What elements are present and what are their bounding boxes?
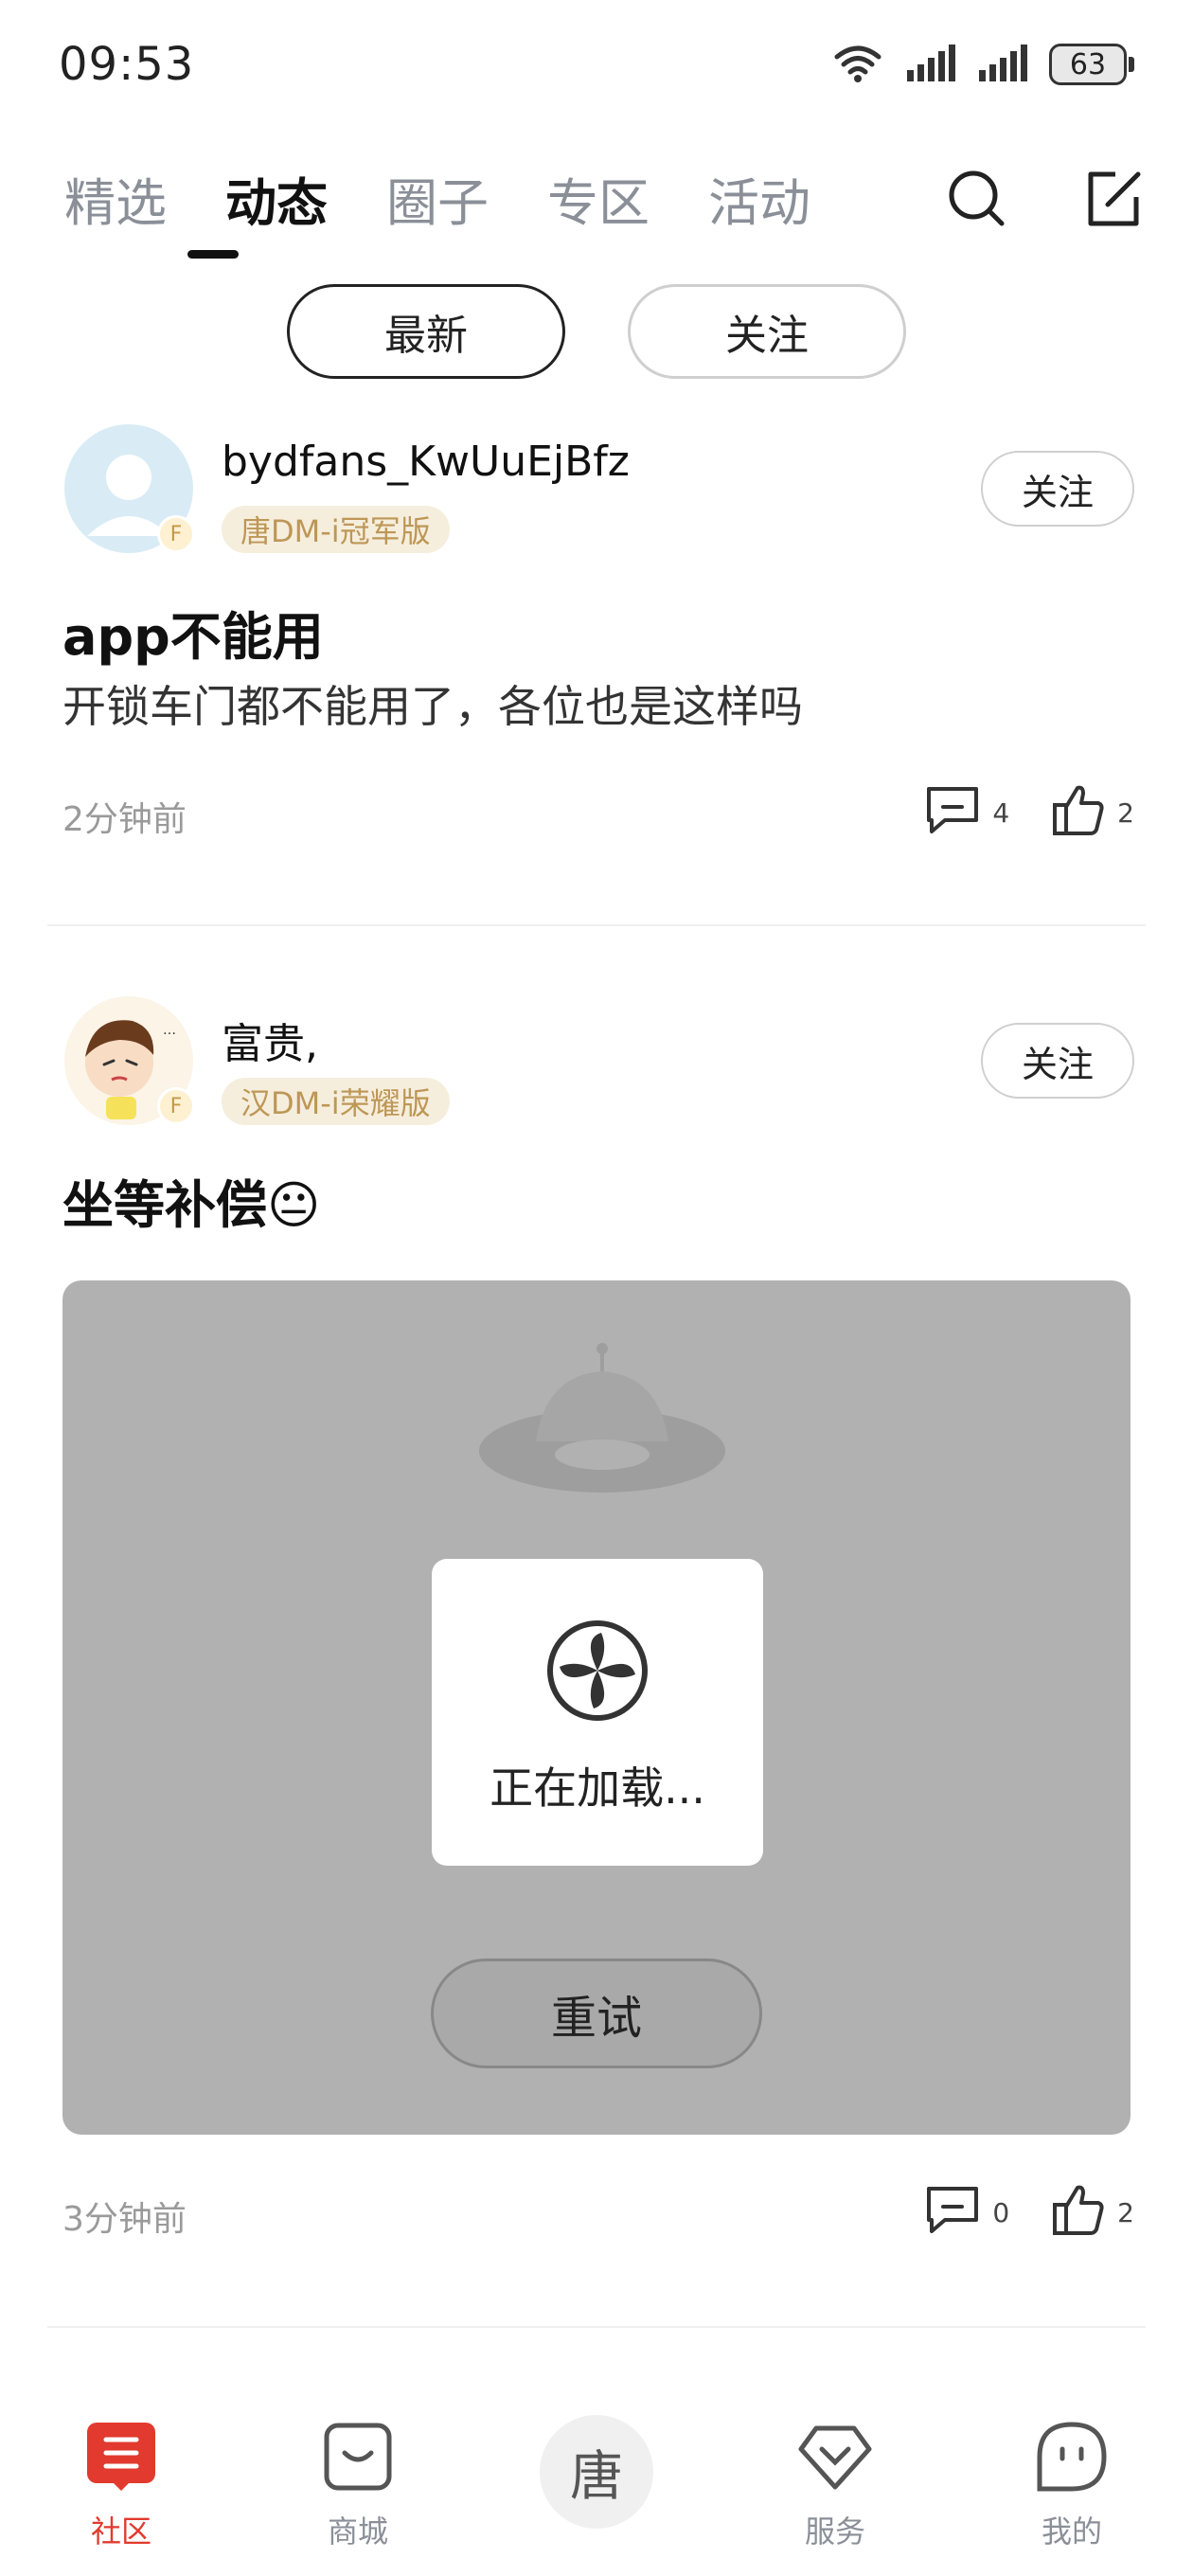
service-icon [797,2421,873,2496]
sub-tab-latest[interactable]: 最新 [287,284,565,379]
post-image-placeholder[interactable]: 正在加载... 重试 [62,1280,1131,2135]
tab-feed[interactable]: 动态 [225,161,386,236]
sub-tab-following[interactable]: 关注 [628,284,906,379]
comment-count: 0 [992,2197,1010,2228]
loading-spinner-icon [544,1618,650,1727]
divider [47,924,1146,926]
loading-dialog: 正在加载... [432,1559,763,1866]
divider [47,2326,1146,2328]
ufo-placeholder-icon [479,1343,725,1493]
tab-events[interactable]: 活动 [708,161,869,236]
nav-shop[interactable]: 商城 [282,2421,434,2551]
retry-button[interactable]: 重试 [431,1959,762,2068]
like-count: 2 [1117,797,1134,829]
thumbs-up-icon [1051,2182,1106,2244]
car-model-tag: 汉DM-i荣耀版 [222,1078,450,1125]
shop-icon [322,2421,394,2496]
compose-icon[interactable] [1083,169,1144,233]
nav-label: 我的 [1041,2513,1102,2549]
username[interactable]: 富贵, [222,1010,318,1070]
community-icon [85,2421,157,2496]
nav-community[interactable]: 社区 [45,2421,197,2551]
username[interactable]: bydfans_KwUuEjBfz [222,438,630,486]
tab-circles[interactable]: 圈子 [386,161,547,236]
post-title: app不能用 [62,607,324,667]
center-logo-button[interactable]: 唐 [540,2415,653,2529]
like-stat[interactable]: 2 [1051,782,1134,844]
fan-badge: F [157,515,195,553]
post-timestamp: 3分钟前 [62,2200,187,2239]
comment-icon [924,784,981,842]
top-tabs: 精选 动态 圈子 专区 活动 [64,161,869,236]
follow-button[interactable]: 关注 [981,1023,1134,1099]
comment-stat[interactable]: 0 [924,2184,1009,2242]
nav-label: 社区 [90,2513,151,2549]
sub-tabs: 最新 关注 [0,284,1193,379]
comment-count: 4 [992,797,1010,829]
tab-zones[interactable]: 专区 [547,161,708,236]
status-bar: 09:53 63 [0,0,1193,142]
status-time: 09:53 [59,38,195,91]
nav-service[interactable]: 服务 [759,2421,911,2551]
fan-badge: F [157,1087,195,1125]
comment-stat[interactable]: 4 [924,784,1009,842]
thumbs-up-icon [1051,782,1106,844]
search-icon[interactable] [947,169,1007,233]
comment-icon [924,2184,981,2242]
status-icons: 63 [831,42,1134,87]
follow-button[interactable]: 关注 [981,451,1134,527]
nav-profile[interactable]: 我的 [996,2421,1148,2551]
like-count: 2 [1117,2197,1134,2228]
battery-level: 63 [1049,44,1127,85]
signal-icon [977,42,1028,87]
loading-text: 正在加载... [490,1762,705,1814]
svg-text:…: … [163,1023,176,1038]
bottom-navigation: 社区 商城 唐 服务 我的 [0,2387,1193,2576]
post-stats: 0 2 [924,2182,1134,2244]
like-stat[interactable]: 2 [1051,2182,1134,2244]
car-model-tag: 唐DM-i冠军版 [222,506,450,553]
tab-featured[interactable]: 精选 [64,161,225,236]
post-body: 开锁车门都不能用了，各位也是这样吗 [62,681,803,732]
profile-icon [1036,2421,1108,2496]
nav-label: 商城 [327,2513,388,2549]
nav-label: 服务 [804,2513,865,2549]
battery-icon: 63 [1049,44,1134,85]
post-timestamp: 2分钟前 [62,800,187,839]
post-stats: 4 2 [924,782,1134,844]
post-title: 坐等补偿😐 [62,1175,321,1235]
wifi-icon [831,42,884,87]
top-actions [947,169,1144,233]
signal-icon [905,42,956,87]
active-tab-indicator [187,250,239,259]
